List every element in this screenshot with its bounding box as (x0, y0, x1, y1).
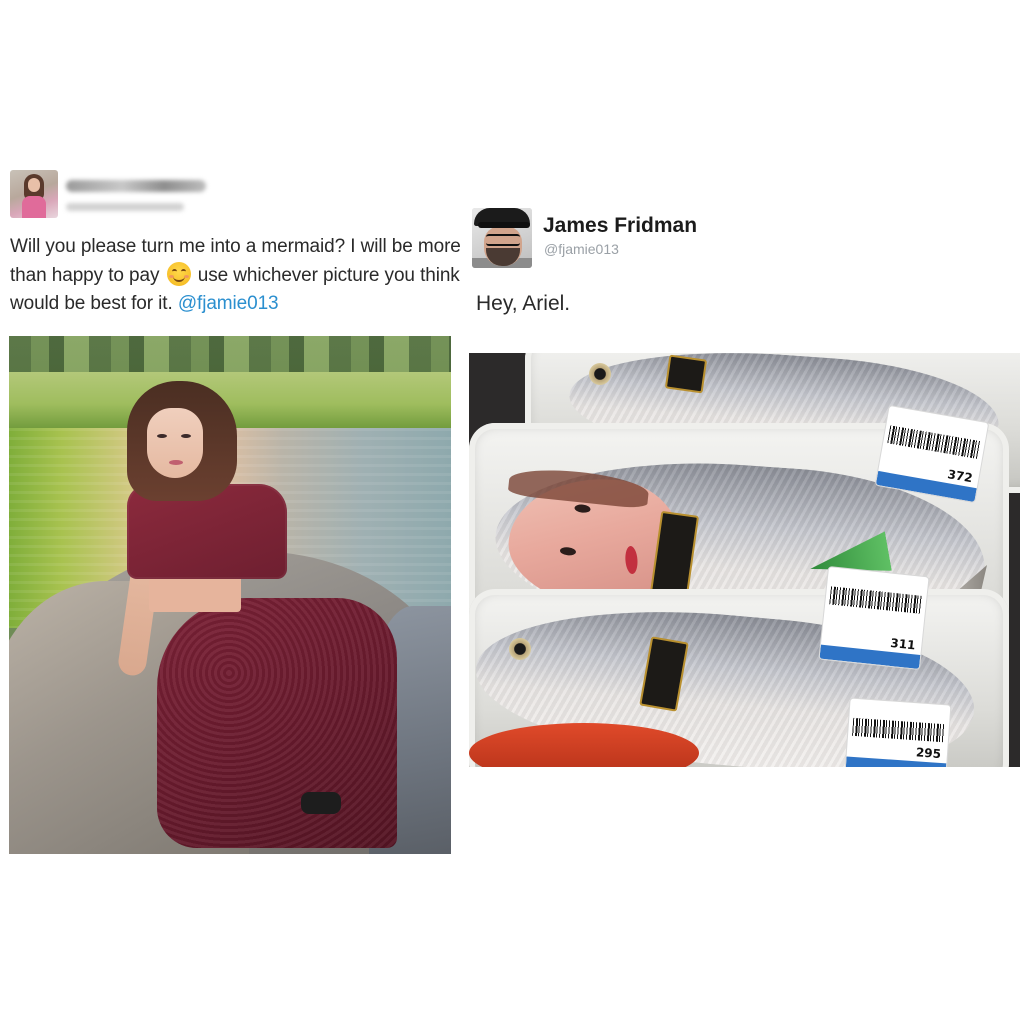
author-handle: @fjamie013 (544, 241, 619, 257)
gold-seal-tag (664, 354, 708, 394)
smiling-face-icon (166, 261, 191, 286)
price-value: 311 (889, 635, 917, 653)
price-label: 311 (818, 565, 930, 671)
reply-text: Hey, Ariel. (476, 292, 571, 315)
price-label: 295 (844, 697, 952, 767)
fish-eye-icon (509, 638, 531, 660)
user-avatar[interactable] (10, 170, 58, 218)
mention-link[interactable]: @fjamie013 (178, 293, 279, 314)
blurred-user-handle (66, 203, 184, 211)
fish-eye-icon (589, 363, 611, 385)
tweet-text: Will you please turn me into a mermaid? … (10, 233, 462, 319)
tweet-photo-woman[interactable] (9, 336, 451, 854)
james-fridman-avatar[interactable] (472, 208, 532, 268)
tweet-photo-fish[interactable]: 372 311 295 (469, 353, 1020, 767)
blurred-user-name (66, 180, 206, 192)
barcode-icon (852, 717, 946, 743)
price-label: 372 (874, 404, 990, 504)
author-name[interactable]: James Fridman (543, 214, 697, 238)
price-value: 295 (915, 745, 942, 762)
page: Will you please turn me into a mermaid? … (0, 0, 1024, 1024)
price-value: 372 (946, 467, 974, 486)
